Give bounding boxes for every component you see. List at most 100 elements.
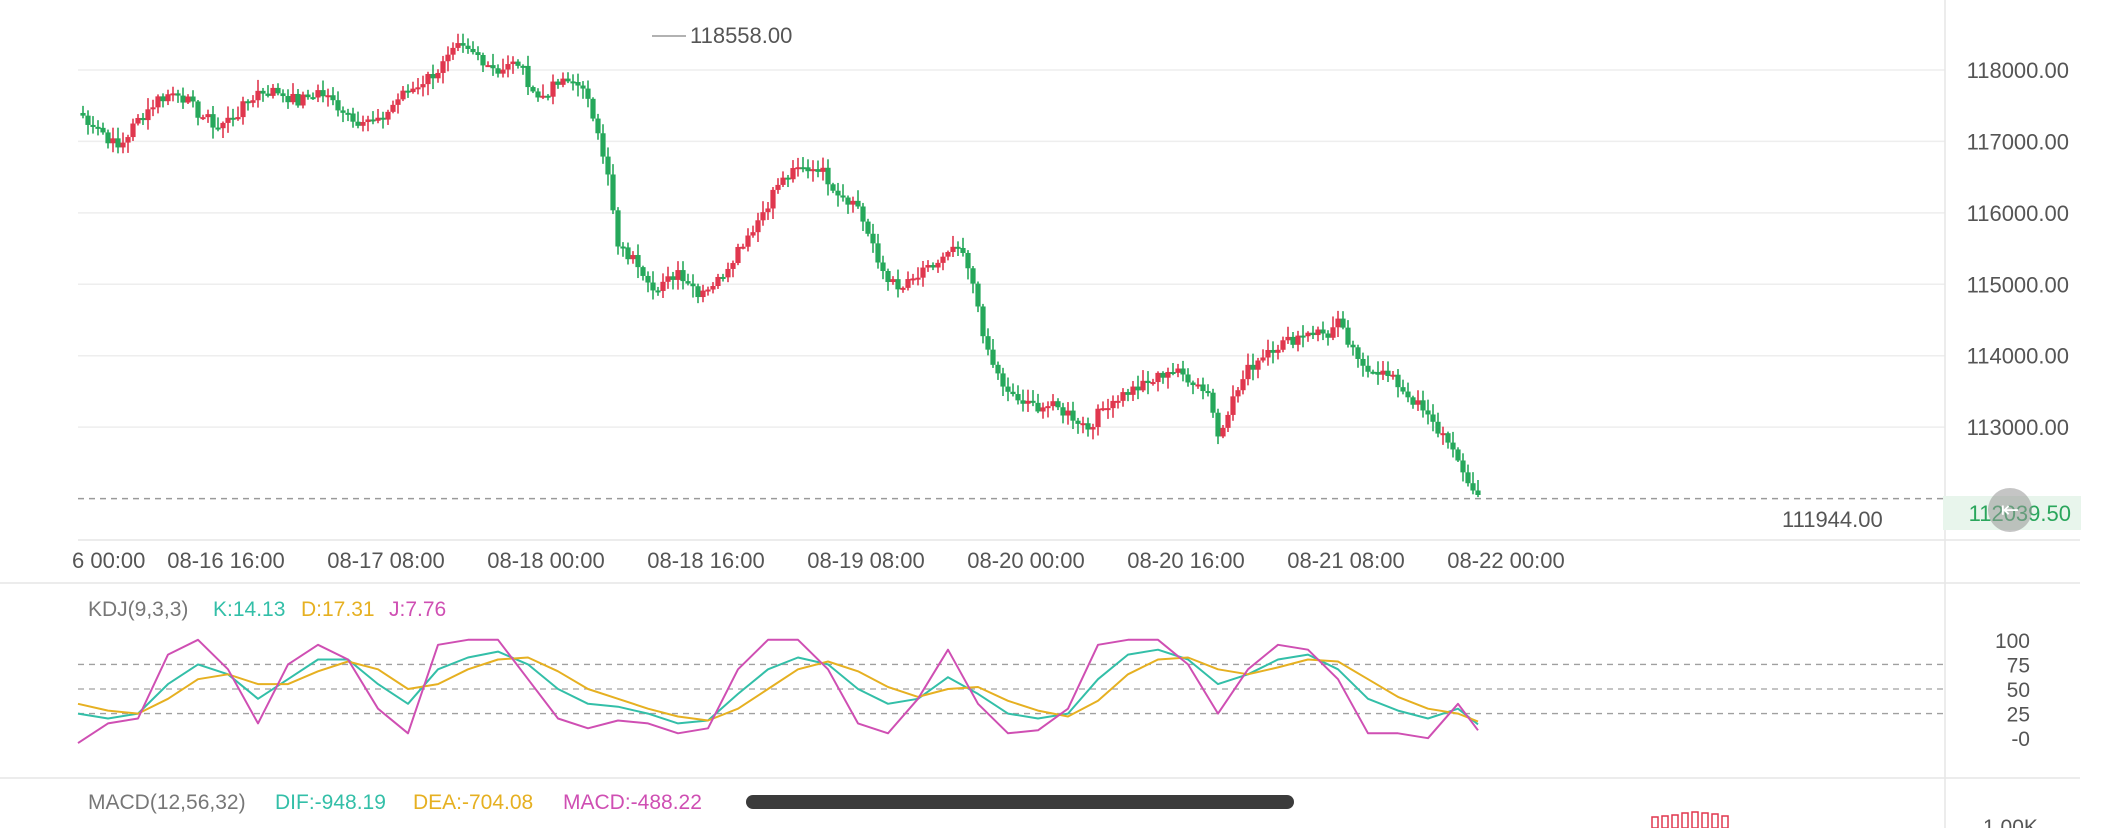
candle-up [1140, 380, 1146, 391]
candle-up [1280, 340, 1286, 350]
candle-down [1420, 400, 1426, 411]
candle-up [745, 235, 751, 247]
candle-down [805, 167, 811, 172]
candle-up [1285, 336, 1291, 341]
kdj-axis-label: 100 [1995, 630, 2030, 653]
price-tick-label: 117000.00 [1967, 129, 2069, 154]
candle-down [520, 65, 526, 68]
candle-down [1405, 391, 1411, 398]
candle-up [505, 64, 511, 70]
chart-canvas[interactable]: 118000.00 117000.00 116000.00 115000.00 1140… [0, 0, 2125, 828]
candle-up [1240, 379, 1246, 391]
candle-down [335, 100, 341, 111]
candle-up [750, 232, 756, 236]
candle-up [820, 167, 826, 172]
candle-down [1345, 327, 1351, 345]
candle-down [1170, 372, 1176, 375]
candle-down [330, 95, 336, 101]
candle-down [1370, 371, 1376, 374]
macd-bar [1701, 812, 1709, 828]
chart-stage[interactable]: 118000.00 117000.00 116000.00 115000.00 1140… [0, 0, 2125, 828]
kdj-axis-label: 25 [2007, 704, 2030, 727]
candle-down [140, 117, 146, 121]
candle-down [85, 115, 91, 125]
candle-up [1090, 427, 1096, 430]
kdj-k-value: K:14.13 [213, 598, 285, 621]
candle-down [625, 247, 631, 260]
candle-down [555, 81, 561, 85]
jump-to-latest-icon[interactable]: ⇤ [1988, 488, 2032, 532]
candle-down [265, 93, 271, 96]
candle-down [605, 156, 611, 175]
candle-down [320, 90, 326, 97]
candle-down [1010, 391, 1016, 395]
candle-up [1105, 408, 1111, 411]
candle-up [890, 279, 896, 283]
candle-down [275, 87, 281, 94]
candle-down [1470, 483, 1476, 491]
candle-up [125, 137, 131, 143]
candle-up [1155, 372, 1161, 383]
candle-down [95, 126, 101, 129]
candle-up [1165, 372, 1171, 378]
candle-down [670, 276, 676, 280]
candle-up [1230, 396, 1236, 415]
candle-down [690, 283, 696, 287]
kdj-line-j [77, 638, 1479, 744]
candle-up [1095, 408, 1101, 428]
candle-up [385, 111, 391, 120]
macd-bar [1671, 814, 1679, 828]
candle-down [590, 98, 596, 119]
candle-up [920, 267, 926, 278]
candle-down [930, 265, 936, 268]
candle-down [1030, 400, 1036, 403]
candle-down [370, 119, 376, 122]
candle-down [965, 252, 971, 269]
candle-down [585, 88, 591, 99]
candle-up [1065, 410, 1071, 416]
kdj-title: KDJ(9,3,3) [88, 598, 188, 621]
candle-down [180, 95, 186, 103]
candle-up [365, 119, 371, 123]
candle-down [1455, 449, 1461, 461]
candle-up [1255, 360, 1261, 370]
candle-down [285, 96, 291, 103]
candle-up [700, 290, 706, 298]
candle-down [1180, 368, 1186, 375]
candle-down [575, 82, 581, 86]
candle-up [915, 277, 921, 280]
kdj-d-value: D:17.31 [301, 598, 375, 621]
candle-up [740, 246, 746, 249]
candle-up [660, 281, 666, 291]
candle-up [1045, 406, 1051, 409]
macd-dif-value: DIF:-948.19 [275, 791, 386, 814]
candle-down [1410, 397, 1416, 405]
candle-up [420, 84, 426, 88]
candle-down [980, 306, 986, 337]
kdj-indicator: 100755025-0 [77, 630, 2030, 751]
candle-down [1190, 382, 1196, 386]
candle-up [220, 122, 226, 129]
candle-down [525, 65, 531, 88]
candle-down [1085, 423, 1091, 430]
candle-down [475, 52, 481, 56]
candle-up [1100, 408, 1106, 411]
candle-up [560, 78, 566, 85]
candle-up [950, 246, 956, 253]
candle-down [100, 127, 106, 133]
candle-up [110, 138, 116, 144]
candle-up [1260, 357, 1266, 361]
macd-bar [1661, 815, 1669, 828]
macd-axis-label: 1.00K [1983, 816, 2038, 828]
candle-down [1450, 442, 1456, 450]
candle-down [870, 233, 876, 244]
candle-down [1430, 414, 1436, 422]
candle-down [535, 91, 541, 98]
horizontal-scrollbar[interactable] [746, 795, 1294, 809]
candle-down [580, 85, 586, 89]
candle-up [500, 69, 506, 74]
candle-down [595, 118, 601, 134]
candle-up [725, 268, 731, 278]
candle-up [250, 100, 256, 103]
candle-down [1075, 420, 1081, 424]
